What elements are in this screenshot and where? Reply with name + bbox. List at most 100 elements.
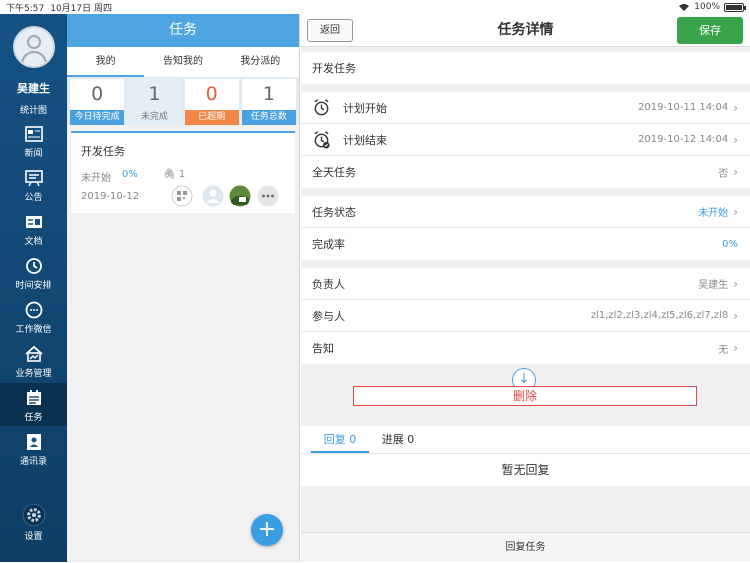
user-avatar[interactable]: [13, 26, 55, 68]
nav-item-contacts[interactable]: 通讯录: [0, 427, 67, 470]
business-icon: [24, 345, 43, 362]
participants-label: 参与人: [312, 309, 345, 323]
nav-item-settings[interactable]: 设置: [0, 501, 67, 544]
back-button[interactable]: 返回: [307, 19, 353, 42]
photo-avatar-icon: [229, 185, 251, 207]
add-task-button[interactable]: +: [251, 514, 283, 546]
plan-start-value: 2019-10-11 14:04: [638, 102, 729, 113]
chevron-right-icon: ›: [733, 165, 738, 179]
tab-mine[interactable]: 我的: [67, 47, 145, 77]
nav-item-document[interactable]: 文档: [0, 207, 67, 250]
contacts-icon: [26, 434, 41, 450]
chevron-right-icon: ›: [733, 100, 738, 115]
notify-label: 告知: [312, 342, 334, 355]
people-group: 负责人 吴建生 › 参与人 zl1,zl2,zl3,zl4,zl5,zl6,zl…: [301, 268, 750, 364]
nav-item-announcement[interactable]: 公告: [0, 163, 67, 206]
plan-end-label: 计划结束: [343, 133, 387, 147]
delete-button[interactable]: 删除: [353, 386, 697, 406]
plan-start-row[interactable]: 计划开始 2019-10-11 14:04 ›: [301, 92, 750, 124]
completion-row[interactable]: 完成率 0%: [301, 228, 750, 260]
reply-section: 回复 0 进展 0 暂无回复: [301, 426, 750, 486]
stat-total[interactable]: 1 任务总数: [241, 79, 296, 125]
document-icon: [25, 216, 42, 228]
task-icon: [26, 390, 41, 405]
schedule-group: 计划开始 2019-10-11 14:04 › 计划结束 2019-10-12 …: [301, 92, 750, 188]
notify-value: 无: [718, 344, 729, 356]
task-name-group: 开发任务: [301, 52, 750, 84]
task-status-value: 未开始: [698, 208, 729, 219]
stats-link[interactable]: 统计图: [0, 103, 67, 116]
no-reply-message: 暂无回复: [501, 463, 550, 477]
chat-icon: [25, 301, 42, 319]
all-day-value: 否: [718, 168, 729, 180]
save-button[interactable]: 保存: [677, 17, 743, 44]
qr-avatar-icon: [171, 185, 193, 207]
stat-incomplete[interactable]: 1 未完成: [127, 79, 182, 125]
task-card-date: 2019-10-12: [81, 191, 140, 202]
plan-start-label: 计划开始: [343, 101, 387, 115]
task-card-status: 未开始: [81, 173, 111, 184]
gear-icon: [22, 503, 45, 527]
user-avatar-icon: [202, 185, 224, 207]
chevron-right-icon: ›: [733, 341, 738, 355]
more-icon[interactable]: [257, 185, 279, 207]
paperclip-icon: 🖇: [163, 169, 176, 180]
notify-row[interactable]: 告知 无 ›: [301, 332, 750, 364]
task-card-title: 开发任务: [81, 145, 125, 158]
stat-overdue[interactable]: 0 已超期: [184, 79, 239, 125]
participants-value: zl1,zl2,zl3,zl4,zl5,zl6,zl7,zl8: [590, 310, 729, 321]
task-filter-tabs: 我的 告知我的 我分派的: [67, 47, 299, 77]
nav-item-work-chat[interactable]: 工作微信: [0, 295, 67, 338]
task-detail-pane: 返回 任务详情 保存 开发任务 计划开始 2019-10-11 14:04 › …: [301, 14, 750, 562]
task-list-pane: 任务 我的 告知我的 我分派的 0 今日待完成 1 未完成 0 已超期 1 任务…: [67, 14, 300, 562]
owner-label: 负责人: [312, 277, 345, 291]
battery-icon: [724, 2, 746, 12]
completion-value: 0%: [722, 238, 738, 250]
tab-notified-me[interactable]: 告知我的: [144, 47, 221, 77]
nav-item-news[interactable]: 新闻: [0, 119, 67, 162]
task-status-label: 任务状态: [312, 205, 356, 219]
chevron-right-icon: ›: [733, 132, 738, 147]
history-clock-icon: [25, 258, 42, 274]
task-name-row[interactable]: 开发任务: [301, 52, 750, 84]
all-day-row[interactable]: 全天任务 否 ›: [301, 156, 750, 188]
task-name: 开发任务: [312, 62, 356, 75]
detail-header: 返回 任务详情 保存: [301, 14, 750, 47]
nav-item-business[interactable]: 业务管理: [0, 339, 67, 382]
task-card-attachments: 🖇 1: [163, 169, 186, 180]
all-day-label: 全天任务: [312, 166, 356, 179]
wifi-icon: [679, 3, 690, 11]
plan-end-row[interactable]: 计划结束 2019-10-12 14:04 ›: [301, 124, 750, 156]
left-navigation: 吴建生 统计图 新闻 公告 文档 时间安排 工作微信 业务管理 任务 通讯录 设…: [0, 14, 67, 562]
chevron-right-icon: ›: [733, 204, 738, 219]
alarm-check-icon: [314, 131, 330, 149]
chevron-right-icon: ›: [733, 308, 738, 323]
tab-assigned-by-me[interactable]: 我分派的: [222, 47, 299, 77]
stat-due-today[interactable]: 0 今日待完成: [70, 79, 125, 125]
tab-reply[interactable]: 回复 0: [311, 426, 369, 453]
announcement-icon: [24, 170, 43, 187]
owner-row[interactable]: 负责人 吴建生 ›: [301, 268, 750, 300]
battery-percent: 100%: [694, 2, 720, 12]
status-bar: 下午5:57 10月17日 周四 100%: [0, 0, 750, 14]
chevron-right-icon: ›: [733, 276, 738, 291]
task-card[interactable]: 开发任务 未开始 0% 🖇 1 2019-10-12: [71, 131, 295, 213]
task-status-row[interactable]: 任务状态 未开始 ›: [301, 196, 750, 228]
nav-item-task[interactable]: 任务: [0, 383, 67, 426]
participants-row[interactable]: 参与人 zl1,zl2,zl3,zl4,zl5,zl6,zl7,zl8 ›: [301, 300, 750, 332]
status-date: 10月17日 周四: [50, 3, 112, 14]
username[interactable]: 吴建生: [0, 80, 67, 96]
reply-tabs: 回复 0 进展 0: [301, 426, 750, 454]
news-icon: [24, 126, 43, 142]
plan-end-value: 2019-10-12 14:04: [638, 134, 729, 145]
reply-task-button[interactable]: 回复任务: [301, 532, 750, 562]
status-time: 下午5:57: [6, 3, 45, 14]
tab-progress[interactable]: 进展 0: [369, 426, 427, 453]
status-group: 任务状态 未开始 › 完成率 0%: [301, 196, 750, 260]
completion-label: 完成率: [312, 238, 345, 251]
owner-value: 吴建生: [698, 280, 729, 291]
task-stats: 0 今日待完成 1 未完成 0 已超期 1 任务总数: [67, 77, 299, 125]
task-card-percent: 0%: [122, 169, 138, 180]
alarm-clock-icon: [314, 99, 329, 116]
nav-item-schedule[interactable]: 时间安排: [0, 251, 67, 294]
